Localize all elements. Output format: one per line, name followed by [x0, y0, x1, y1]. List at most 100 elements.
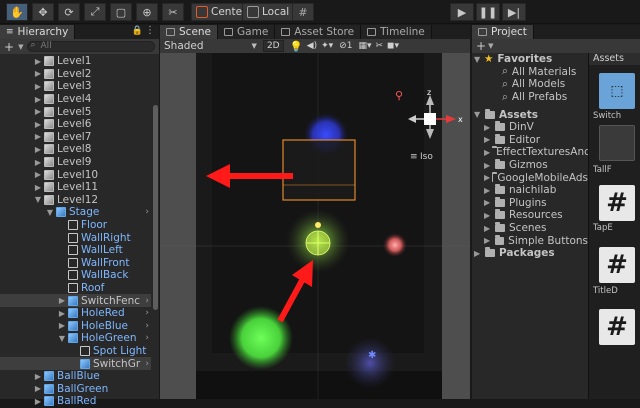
hierarchy-item[interactable]: ▶ Level11 [0, 181, 151, 194]
favorites-item[interactable]: ⌕ All Prefabs [472, 91, 588, 104]
tab-scene[interactable]: Scene [160, 25, 219, 39]
tab-game[interactable]: Game [218, 25, 276, 39]
favorites-item[interactable]: ⌕ All Models [472, 78, 588, 91]
chevron-right-icon[interactable]: › [145, 207, 149, 217]
expand-right-icon[interactable]: ▶ [484, 198, 493, 207]
hierarchy-item[interactable]: WallBack [0, 269, 151, 282]
expand-right-icon[interactable]: ▶ [484, 224, 493, 233]
hierarchy-item[interactable]: ▶ Level7 [0, 131, 151, 144]
tools-toggle-icon[interactable]: ✂ [375, 41, 383, 51]
expand-down-icon[interactable]: ▼ [46, 208, 54, 217]
expand-down-icon[interactable]: ▼ [474, 110, 483, 119]
hierarchy-item[interactable]: ▼ Level12 [0, 194, 151, 207]
hierarchy-item[interactable]: SwitchGr › [0, 357, 151, 370]
expand-right-icon[interactable]: ▶ [34, 57, 42, 66]
scene-viewport[interactable]: ✱ ⚲ z x Iso ≡ [160, 53, 470, 399]
shading-mode-dropdown[interactable]: Shaded [164, 40, 204, 52]
selected-switch-fence[interactable] [282, 139, 356, 201]
pivot-local-toggle[interactable]: Local [242, 3, 295, 21]
tab-asset-store[interactable]: Asset Store [275, 25, 362, 39]
expand-right-icon[interactable]: ▶ [484, 186, 493, 195]
tab-timeline[interactable]: Timeline [361, 25, 432, 39]
expand-right-icon[interactable]: ▶ [58, 296, 66, 305]
add-icon[interactable]: + [476, 39, 486, 53]
expand-right-icon[interactable]: ▶ [34, 95, 42, 104]
hierarchy-item[interactable]: ▶ Level9 [0, 156, 151, 169]
hierarchy-item[interactable]: ▶ Level3 [0, 80, 151, 93]
snap-grid-button[interactable]: # [292, 3, 314, 21]
hierarchy-scrollbar[interactable] [153, 105, 158, 310]
hierarchy-item[interactable]: ▶ SwitchFenc › [0, 294, 151, 307]
expand-right-icon[interactable]: ▶ [34, 158, 42, 167]
audio-toggle-icon[interactable]: ◀) [307, 41, 317, 51]
expand-right-icon[interactable]: ▶ [484, 236, 493, 245]
hierarchy-item[interactable]: ▼ HoleGreen › [0, 332, 151, 345]
hierarchy-item[interactable]: Roof [0, 282, 151, 295]
play-button[interactable]: ▶ [450, 3, 474, 21]
expand-right-icon[interactable]: ▶ [34, 69, 42, 78]
expand-right-icon[interactable]: ▶ [484, 173, 490, 182]
expand-right-icon[interactable]: ▶ [34, 170, 42, 179]
expand-right-icon[interactable]: ▶ [484, 211, 493, 220]
expand-right-icon[interactable]: ▶ [484, 161, 493, 170]
asset-folder[interactable]: ▶ Scenes [472, 222, 588, 235]
expand-right-icon[interactable]: ▶ [484, 148, 490, 157]
expand-right-icon[interactable]: ▶ [58, 309, 66, 318]
expand-right-icon[interactable]: ▶ [34, 397, 42, 406]
expand-right-icon[interactable]: ▶ [474, 249, 483, 258]
mode-2d-toggle[interactable]: 2D [262, 40, 284, 52]
asset-folder[interactable]: ▶ Gizmos [472, 159, 588, 172]
expand-right-icon[interactable]: ▶ [58, 321, 66, 330]
hierarchy-item[interactable]: ▶ BallGreen [0, 382, 151, 395]
hierarchy-item[interactable]: ▶ Level4 [0, 93, 151, 106]
hierarchy-item[interactable]: ▶ BallBlue [0, 370, 151, 383]
assets-header[interactable]: ▼ Assets [472, 108, 588, 121]
hierarchy-item[interactable]: ▶ Level6 [0, 118, 151, 131]
asset-thumb-tallf[interactable] [599, 125, 635, 161]
rotate-tool-button[interactable]: ⟳ [58, 3, 80, 21]
transform-tool-button[interactable]: ⊕ [136, 3, 158, 21]
script-icon[interactable]: # [599, 247, 635, 283]
expand-right-icon[interactable]: ▶ [484, 123, 493, 132]
visibility-icon[interactable]: ⊘ [339, 41, 347, 51]
chevron-right-icon[interactable]: › [145, 333, 149, 343]
move-tool-button[interactable]: ✥ [32, 3, 54, 21]
hierarchy-item[interactable]: ▶ Level5 [0, 105, 151, 118]
hierarchy-item[interactable]: ▶ BallRed [0, 395, 151, 408]
hierarchy-item[interactable]: ▶ Level2 [0, 68, 151, 81]
expand-right-icon[interactable]: ▶ [34, 372, 42, 381]
expand-right-icon[interactable]: ▶ [34, 132, 42, 141]
lock-icon[interactable]: 🔒 [132, 26, 143, 36]
expand-right-icon[interactable]: ▶ [34, 82, 42, 91]
step-button[interactable]: ▶| [502, 3, 526, 21]
expand-right-icon[interactable]: ▶ [34, 107, 42, 116]
panel-menu-icon[interactable]: ⋮ [145, 25, 155, 36]
tab-project[interactable]: Project [472, 25, 534, 39]
hierarchy-item[interactable]: Spot Light [0, 345, 151, 358]
asset-folder[interactable]: ▶ naichilab [472, 184, 588, 197]
hierarchy-search-input[interactable]: All [27, 41, 155, 52]
hierarchy-item[interactable]: ▶ HoleRed › [0, 307, 151, 320]
expand-right-icon[interactable]: ▶ [34, 384, 42, 393]
asset-folder[interactable]: ▶ Editor [472, 133, 588, 147]
hierarchy-item[interactable]: WallRight [0, 231, 151, 244]
asset-folder[interactable]: ▶ Resources [472, 209, 588, 222]
chevron-right-icon[interactable]: › [145, 359, 149, 369]
hierarchy-item[interactable]: Floor [0, 219, 151, 232]
expand-down-icon[interactable]: ▼ [34, 195, 42, 204]
expand-right-icon[interactable]: ▶ [34, 120, 42, 129]
asset-folder[interactable]: ▶ GoogleMobileAds [472, 171, 588, 184]
hole-blue[interactable] [344, 337, 396, 389]
favorites-header[interactable]: ▼ ★ Favorites [472, 53, 588, 66]
add-icon[interactable]: + [4, 40, 14, 54]
chevron-right-icon[interactable]: › [145, 296, 149, 306]
favorites-item[interactable]: ⌕ All Materials [472, 65, 588, 79]
hierarchy-item[interactable]: ▶ Level10 [0, 168, 151, 181]
script-icon[interactable]: # [599, 185, 635, 221]
expand-right-icon[interactable]: ▶ [34, 145, 42, 154]
expand-right-icon[interactable]: ▶ [484, 135, 493, 144]
effects-dropdown-icon[interactable]: ✦▾ [321, 41, 333, 51]
pause-button[interactable]: ❚❚ [476, 3, 500, 21]
lighting-toggle-icon[interactable]: 💡 [290, 40, 303, 53]
chevron-right-icon[interactable]: › [145, 321, 149, 331]
